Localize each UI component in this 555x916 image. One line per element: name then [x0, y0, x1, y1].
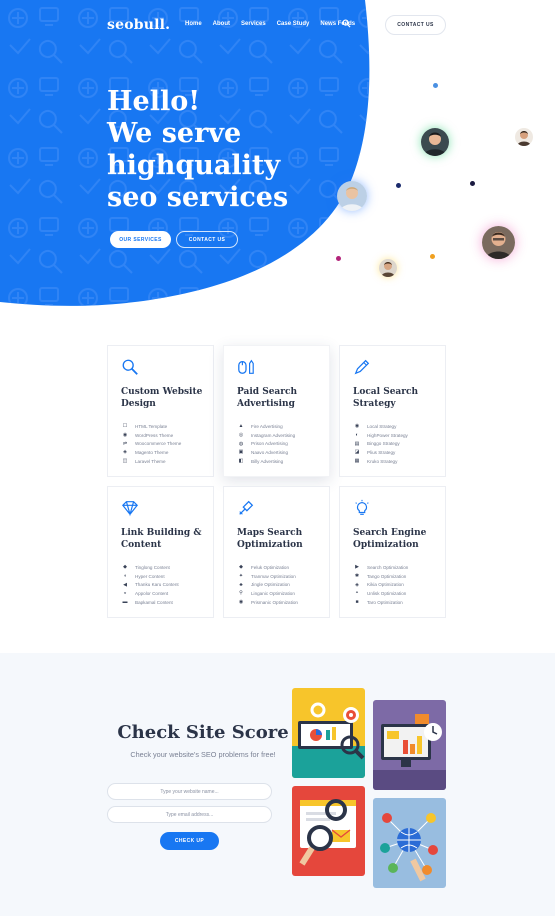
list-item: ▶ Search Optimization [355, 564, 409, 571]
list-item: ▬ Bapkamal Content [122, 599, 173, 606]
list-item: ◧ Billy Advertising [238, 458, 284, 465]
avatar [515, 128, 533, 146]
service-card[interactable]: Local Search Strategy ◉ Local Strategy ◐ H… [339, 345, 446, 477]
service-list: ◆ Tinglong Content ◖ Hyper Content ◀ Thanku… [121, 563, 179, 606]
main-nav: Home About Services Case Study News Feed… [185, 21, 355, 27]
list-item: ▣ Naavo Advertising [238, 449, 289, 456]
network-globe-illustration [373, 798, 446, 888]
search-icon[interactable] [342, 19, 351, 28]
service-title: Paid Search Advertising [237, 387, 298, 409]
decor-dot [430, 254, 435, 259]
list-item: ▲ Fire Advertising [238, 423, 283, 430]
website-input[interactable] [107, 783, 272, 800]
nav-about[interactable]: About [213, 21, 230, 27]
score-subtitle: Check your website's SEO problems for fr… [130, 750, 276, 759]
list-item: ◒ Appolor Content [123, 590, 169, 597]
decor-dot [433, 83, 438, 88]
list-item: ✦ Tranmav Optimization [238, 573, 296, 580]
service-title: Search Engine Optimization [353, 528, 427, 550]
service-title: Custom Website Design [121, 387, 203, 409]
logo[interactable]: seobull. [107, 17, 170, 33]
hero-contact-button[interactable]: CONTACT US [176, 231, 238, 248]
service-list: ▲ Fire Advertising ◎ Instagram Advertising… [237, 422, 296, 465]
list-item: ⇌ Woocommerce Theme [122, 440, 182, 447]
check-up-button[interactable]: CHECK UP [160, 832, 219, 850]
list-item: ◎ Instagram Advertising [238, 432, 296, 439]
lightbulb-icon [355, 499, 369, 515]
decor-dot [336, 256, 341, 261]
map-pen-icon [239, 500, 254, 515]
pen-icon [354, 359, 370, 375]
list-item: ◆ Feluk Optimization [239, 564, 290, 571]
list-item: ◆ Tinglong Content [123, 564, 170, 571]
list-item: ◐ HighPower Strategy [355, 432, 408, 439]
list-item: ◪ Plius Strategy [354, 449, 396, 456]
check-score-section [0, 653, 555, 916]
list-item: ◈ Kikia Optimization [355, 581, 404, 588]
list-item: ☐ HTML Template [122, 423, 168, 430]
list-item: ◉ Local Strategy [354, 423, 397, 430]
email-field[interactable] [107, 806, 272, 823]
service-title: Maps Search Optimization [237, 528, 303, 550]
list-item: ⚲ Linganic Optimization [239, 590, 295, 597]
avatar [482, 226, 515, 259]
service-list: ◆ Feluk Optimization ✦ Tranmav Optimizatio… [237, 563, 298, 606]
monitor-seo-illustration [373, 700, 446, 790]
service-card[interactable]: Search Engine Optimization ▶ Search Optim… [339, 486, 446, 618]
decor-dot [470, 181, 475, 186]
list-item: ◍ Prison Advertising [238, 440, 288, 447]
list-item: ◀ Thanku Karu Content [123, 581, 179, 588]
list-item: ▤ Binggo Strategy [354, 440, 400, 447]
list-item: ◉ Prismanic Optimization [238, 599, 298, 606]
service-title: Local Search Strategy [353, 387, 419, 409]
service-card[interactable]: Maps Search Optimization ◆ Feluk Optimiza… [223, 486, 330, 618]
nav-case-study[interactable]: Case Study [277, 21, 310, 27]
list-item: ✱ Tango Optimization [354, 573, 407, 580]
service-list: ☐ HTML Template ◉ WordPress Theme ⇌ Woocomm… [121, 422, 182, 465]
list-item: ◖ Hyper Content [123, 573, 165, 580]
service-title: Link Building & Content [121, 528, 202, 550]
list-item: ▦ Kruko Strategy [354, 458, 398, 465]
service-card[interactable]: Link Building & Content ◆ Tinglong Conten… [107, 486, 214, 618]
mouse-pencil-icon [238, 359, 254, 374]
list-item: ♣ Jingle Optimization [239, 581, 290, 588]
avatar [421, 128, 449, 156]
decor-dot [396, 183, 401, 188]
score-title: Check Site Score [117, 722, 289, 743]
nav-home[interactable]: Home [185, 21, 202, 27]
our-services-button[interactable]: OUR SERVICES [110, 231, 171, 248]
magnifier-icon [122, 359, 138, 375]
service-list: ◉ Local Strategy ◐ HighPower Strategy ▤ Bin… [353, 422, 408, 465]
service-card[interactable]: Paid Search Advertising ▲ Fire Advertisin… [223, 345, 330, 477]
avatar [379, 259, 397, 277]
seo-dashboard-illustration [292, 688, 365, 778]
diamond-icon [122, 501, 138, 517]
list-item: ◈ Magento Theme [123, 449, 169, 456]
list-item: ◉ WordPress Theme [122, 432, 174, 439]
list-item: ◓ Unlisk Optimization [355, 590, 407, 597]
hero-title: Hello! We serve highquality seo services [107, 86, 289, 213]
service-card[interactable]: Custom Website Design ☐ HTML Template ◉ Wo… [107, 345, 214, 477]
avatar [337, 181, 367, 211]
site-header: seobull. Home About Services Case Study … [0, 0, 555, 50]
nav-services[interactable]: Services [241, 21, 266, 27]
header-contact-button[interactable]: CONTACT US [385, 15, 446, 35]
service-list: ▶ Search Optimization ✱ Tango Optimization… [353, 563, 408, 606]
search-browser-illustration [292, 786, 365, 876]
list-item: ■ Taro Optimization [355, 599, 403, 606]
list-item: ◫ Laravel Theme [122, 458, 166, 465]
